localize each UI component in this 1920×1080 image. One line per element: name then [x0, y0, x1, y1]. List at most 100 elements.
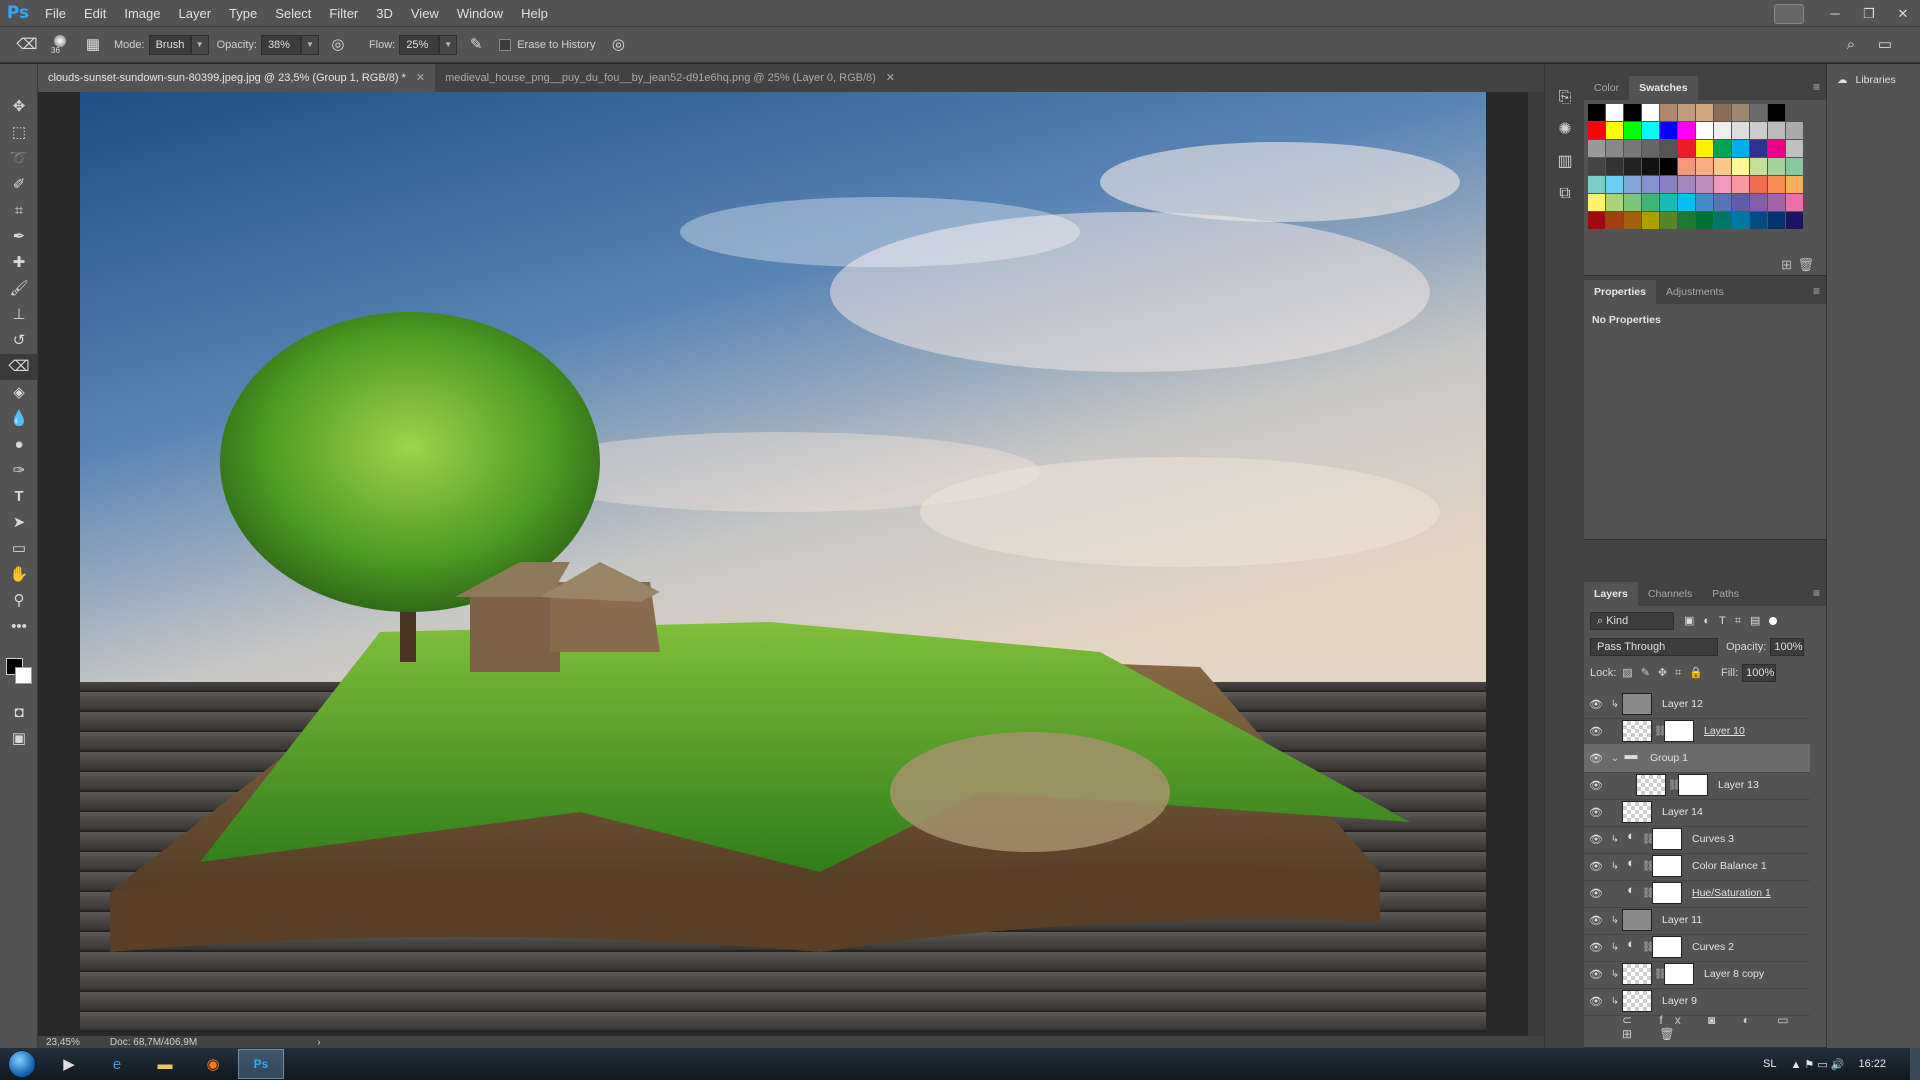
layer-name[interactable]: Color Balance 1: [1692, 860, 1767, 872]
language-indicator[interactable]: SL: [1763, 1058, 1776, 1070]
folder-icon[interactable]: ▬: [1622, 747, 1640, 769]
layer-footer-icons[interactable]: ⊂ fx ◙ ◐ ▭ ⊞ 🗑: [1622, 1013, 1826, 1041]
swatch[interactable]: [1768, 212, 1786, 230]
layer-opacity-input[interactable]: 100%: [1770, 638, 1805, 656]
quick-mask-icon[interactable]: ◘: [0, 700, 38, 726]
opacity-input[interactable]: 38%: [260, 34, 301, 55]
eye-icon[interactable]: 👁: [1584, 779, 1608, 792]
menu-image[interactable]: Image: [115, 0, 169, 27]
swatch[interactable]: [1750, 176, 1768, 194]
swatch[interactable]: [1696, 194, 1714, 212]
new-swatch-icon[interactable]: ⊞: [1781, 257, 1792, 273]
close-icon[interactable]: ✕: [416, 72, 425, 84]
swatch[interactable]: [1714, 122, 1732, 140]
layer-thumbnail[interactable]: [1622, 963, 1652, 985]
swatch[interactable]: [1588, 104, 1606, 122]
swatch[interactable]: [1588, 158, 1606, 176]
layer-row[interactable]: 👁 ↳ ◐ ⛓ Color Balance 1: [1584, 852, 1810, 881]
brush-tool-icon[interactable]: 🖌: [0, 276, 38, 302]
layer-name[interactable]: Layer 13: [1718, 779, 1759, 791]
firefox-icon[interactable]: ◉: [190, 1049, 236, 1079]
swatch[interactable]: [1588, 194, 1606, 212]
menu-view[interactable]: View: [402, 0, 448, 27]
more-tools-icon[interactable]: •••: [0, 614, 38, 640]
eye-icon[interactable]: 👁: [1584, 914, 1608, 927]
swatch[interactable]: [1714, 194, 1732, 212]
path-selection-tool-icon[interactable]: ➤: [0, 510, 38, 536]
swatch[interactable]: [1660, 140, 1678, 158]
swatch[interactable]: [1606, 122, 1624, 140]
swatch[interactable]: [1660, 176, 1678, 194]
lock-icons[interactable]: ▨✎✥⌗🔒: [1622, 666, 1711, 680]
marquee-tool-icon[interactable]: ⬚: [0, 120, 38, 146]
swatch[interactable]: [1750, 194, 1768, 212]
layer-name[interactable]: Layer 9: [1662, 995, 1697, 1007]
close-button[interactable]: ✕: [1886, 6, 1920, 22]
layer-name[interactable]: Curves 3: [1692, 833, 1734, 845]
swatch[interactable]: [1768, 104, 1786, 122]
swatch[interactable]: [1642, 104, 1660, 122]
link-icon[interactable]: ⛓: [1654, 726, 1667, 737]
menu-edit[interactable]: Edit: [75, 0, 115, 27]
crop-tool-icon[interactable]: ⌗: [0, 198, 38, 224]
clone-stamp-tool-icon[interactable]: ⊥: [0, 302, 38, 328]
swatch[interactable]: [1606, 176, 1624, 194]
swatch[interactable]: [1624, 122, 1642, 140]
layer-row[interactable]: 👁 ⌄ ▬ Group 1: [1584, 744, 1810, 773]
brush-panel-toggle-icon[interactable]: ▦: [80, 32, 106, 58]
filter-toggle-icon[interactable]: [1769, 617, 1778, 625]
swatch[interactable]: [1750, 104, 1768, 122]
chevron-down-icon[interactable]: ▼: [190, 34, 209, 55]
swatch[interactable]: [1732, 104, 1750, 122]
link-icon[interactable]: ⛓: [1654, 969, 1667, 980]
pressure-size-icon[interactable]: ◎: [605, 32, 631, 58]
workspace-switcher-icon[interactable]: ▭: [1872, 32, 1898, 58]
swatch[interactable]: [1642, 140, 1660, 158]
adjustment-icon[interactable]: ◐: [1622, 828, 1640, 850]
start-button[interactable]: [0, 1048, 44, 1080]
layer-row[interactable]: 👁 ↳ Layer 12: [1584, 690, 1810, 719]
swatch[interactable]: [1678, 140, 1696, 158]
layer-thumbnail[interactable]: [1622, 720, 1652, 742]
eye-icon[interactable]: 👁: [1584, 887, 1608, 900]
layer-name[interactable]: Layer 8 copy: [1704, 968, 1764, 980]
clock[interactable]: 16:22: [1858, 1058, 1886, 1070]
swatch[interactable]: [1750, 158, 1768, 176]
eye-icon[interactable]: 👁: [1584, 725, 1608, 738]
swatch[interactable]: [1786, 194, 1804, 212]
eraser-tool-icon[interactable]: ⌫: [0, 354, 38, 380]
layer-row[interactable]: 👁 ◐ ⛓ Hue/Saturation 1: [1584, 879, 1810, 908]
tab-swatches[interactable]: Swatches: [1629, 76, 1698, 100]
tab-properties[interactable]: Properties: [1584, 280, 1656, 304]
swatch[interactable]: [1660, 158, 1678, 176]
mask-thumbnail[interactable]: [1652, 855, 1682, 877]
zoom-tool-icon[interactable]: ⚲: [0, 588, 38, 614]
document-tab[interactable]: clouds-sunset-sundown-sun-80399.jpeg.jpg…: [38, 64, 436, 92]
swatch[interactable]: [1696, 122, 1714, 140]
swatch[interactable]: [1624, 140, 1642, 158]
swatch[interactable]: [1678, 104, 1696, 122]
swatch[interactable]: [1732, 122, 1750, 140]
mask-thumbnail[interactable]: [1652, 936, 1682, 958]
menu-window[interactable]: Window: [448, 0, 512, 27]
swatch[interactable]: [1732, 140, 1750, 158]
menu-filter[interactable]: Filter: [320, 0, 367, 27]
workspace-icon[interactable]: [1774, 3, 1804, 24]
chevron-down-icon[interactable]: ▼: [439, 34, 458, 55]
flow-input[interactable]: 25%: [399, 34, 440, 55]
layer-name[interactable]: Layer 11: [1662, 914, 1702, 926]
layer-row[interactable]: 👁 Layer 14: [1584, 798, 1810, 827]
layer-thumbnail[interactable]: [1636, 774, 1666, 796]
layer-thumbnail[interactable]: [1622, 801, 1652, 823]
pen-tool-icon[interactable]: ✑: [0, 458, 38, 484]
adjustment-icon[interactable]: ◐: [1622, 936, 1640, 958]
swatch[interactable]: [1768, 176, 1786, 194]
rectangle-tool-icon[interactable]: ▭: [0, 536, 38, 562]
swatch[interactable]: [1624, 194, 1642, 212]
swatch[interactable]: [1678, 158, 1696, 176]
lasso-tool-icon[interactable]: ➰: [0, 146, 38, 172]
swatch[interactable]: [1786, 176, 1804, 194]
filter-icons[interactable]: ▣◐T⌗▤: [1684, 614, 1769, 628]
show-desktop-button[interactable]: [1910, 1048, 1920, 1080]
mask-thumbnail[interactable]: [1678, 774, 1708, 796]
